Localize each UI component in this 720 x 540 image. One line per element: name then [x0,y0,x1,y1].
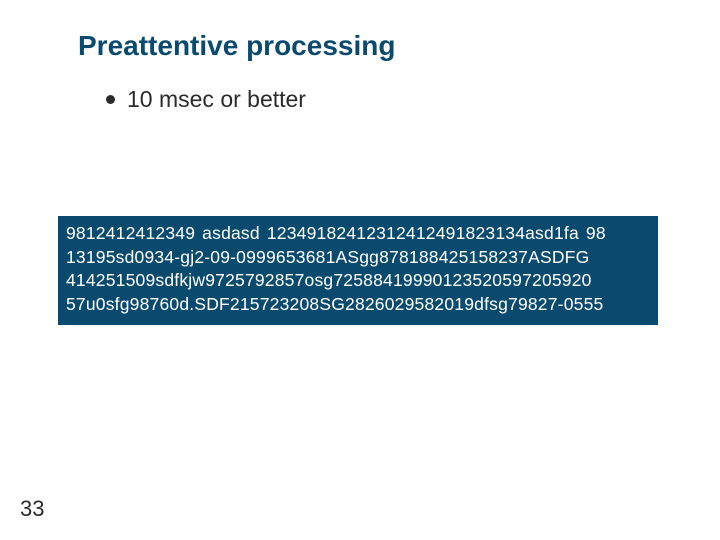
demo-text-line: 57u0sfg98760d.SDF215723208SG282602958201… [66,293,650,317]
demo-text-block: 9812412412349 asdasd 1234918241231241249… [58,216,658,325]
demo-text-line: 414251509sdfkjw9725792857osg725884199901… [66,269,650,293]
demo-text-line: 9812412412349 asdasd 1234918241231241249… [66,222,650,246]
bullet-text: 10 msec or better [127,86,306,113]
bullet-dot-icon [106,95,115,104]
slide-title: Preattentive processing [78,30,395,62]
bullet-item: 10 msec or better [106,86,306,113]
page-number: 33 [20,496,44,522]
demo-text-line: 13195sd0934-gj2-09-0999653681ASgg8781884… [66,246,650,270]
